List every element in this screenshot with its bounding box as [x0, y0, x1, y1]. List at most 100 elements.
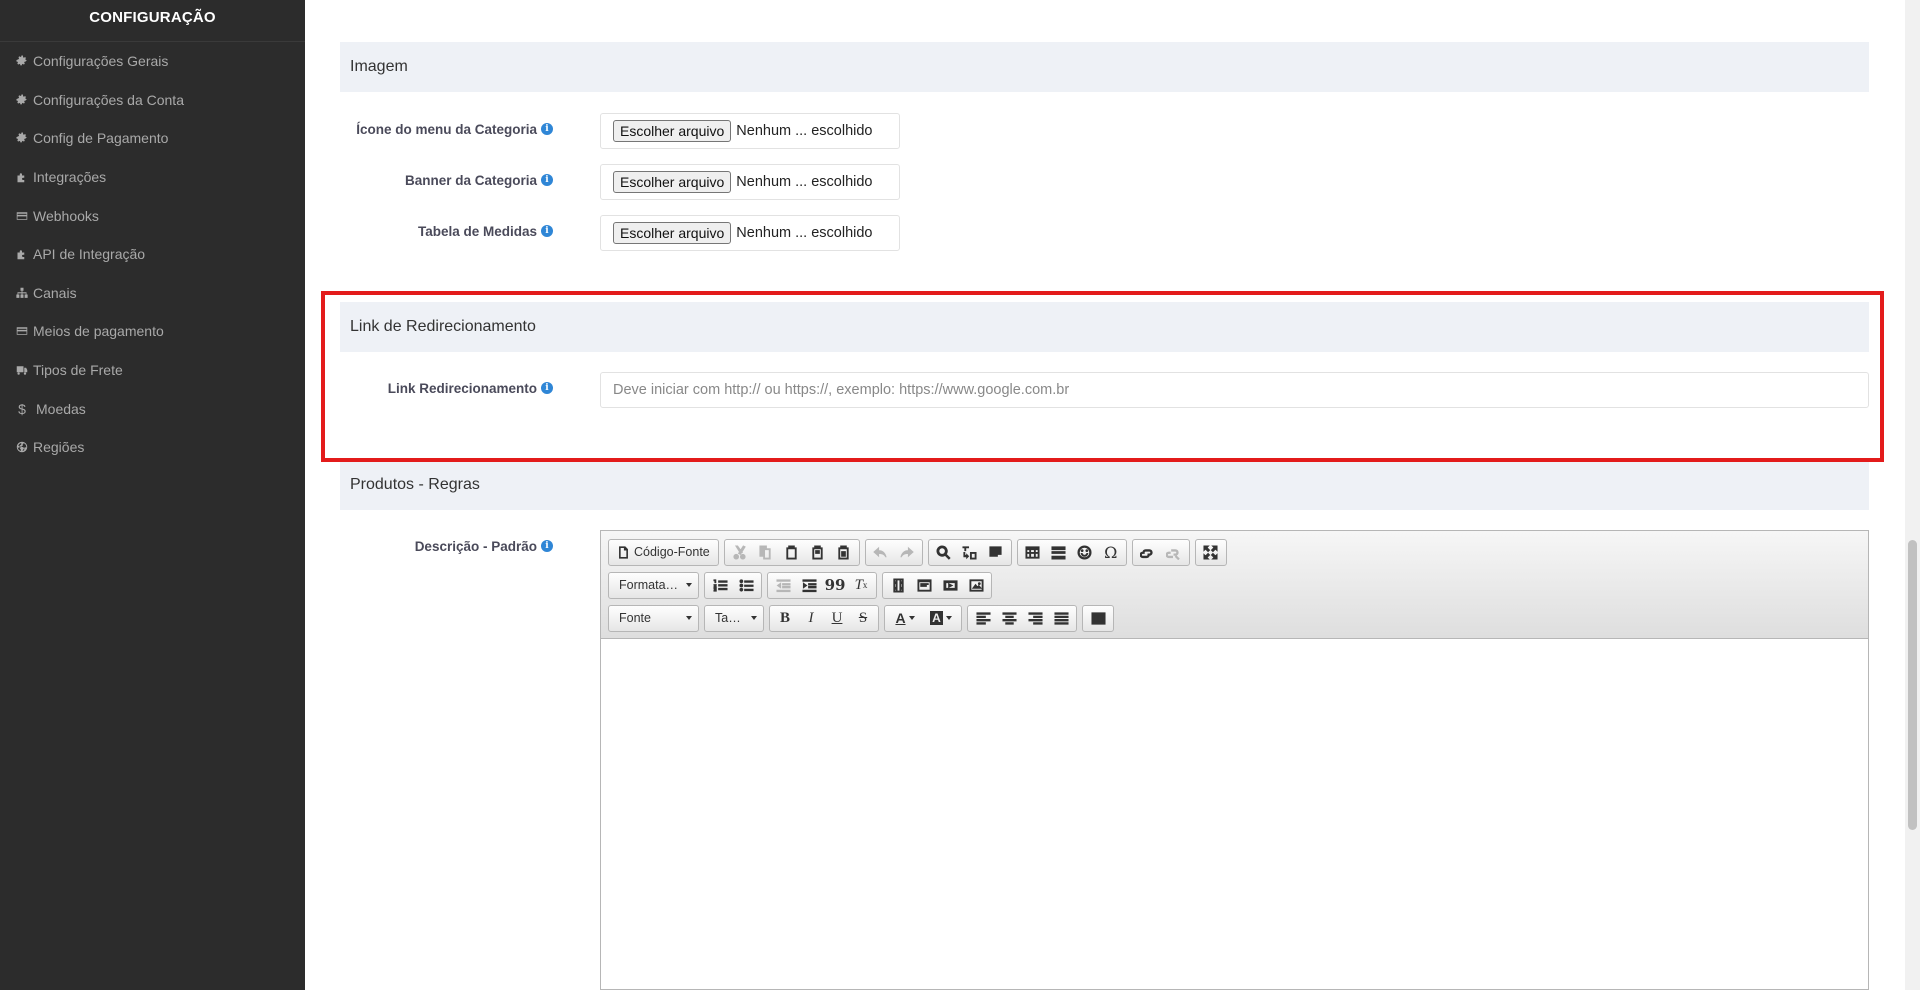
font-combo-label: Fonte [619, 611, 651, 625]
film-icon [892, 577, 904, 593]
table-button[interactable] [1020, 541, 1046, 564]
background-color-button[interactable]: A [923, 607, 959, 630]
editor-content-area[interactable] [601, 639, 1868, 989]
field-label-text: Ícone do menu da Categoria [356, 121, 537, 137]
dollar-icon: $ [18, 400, 26, 417]
text-color-button[interactable]: A [887, 607, 923, 630]
unlink-button[interactable] [1161, 541, 1187, 564]
sidebar-item-moedas[interactable]: $ Moedas [0, 389, 305, 428]
paste-word-button[interactable] [831, 541, 857, 564]
field-label-link-redirecionamento: Link Redirecionamento i [323, 380, 553, 396]
link-redirecionamento-input[interactable] [600, 372, 1869, 408]
sidebar-item-configuracoes-gerais[interactable]: Configurações Gerais [0, 42, 305, 81]
toolbar-row: Código-Fonte Ω [608, 538, 1232, 566]
image-icon [968, 578, 984, 592]
size-combo[interactable]: Ta… [704, 604, 764, 632]
horizontal-line-button[interactable] [1046, 541, 1072, 564]
editor-toolbar: Código-Fonte Ω Formata… 99 T x Fonte Ta…… [601, 531, 1868, 639]
paste-button[interactable] [779, 541, 805, 564]
show-blocks-button[interactable] [1085, 607, 1111, 630]
sidebar-item-config-de-pagamento[interactable]: Config de Pagamento [0, 119, 305, 158]
field-label-text: Tabela de Medidas [417, 223, 537, 239]
redo-button[interactable] [894, 541, 920, 564]
credit-card-icon [16, 325, 28, 337]
info-icon[interactable]: i [541, 225, 553, 237]
page-scrollbar[interactable] [1905, 0, 1920, 990]
unlink-icon [1166, 548, 1181, 560]
bulleted-list-button[interactable] [733, 574, 759, 597]
sidebar-menu: Configurações Gerais Configurações da Co… [0, 42, 305, 467]
underline-button[interactable]: U [824, 607, 850, 630]
toolbar-row: Formata… 99 Tx [608, 571, 997, 599]
sidebar-item-label: Moedas [36, 400, 86, 417]
sidebar-item-canais[interactable]: Canais [0, 274, 305, 313]
sidebar-item-regioes[interactable]: Regiões [0, 428, 305, 467]
clipboard-word-icon [838, 544, 849, 560]
toolbar-group [1131, 538, 1190, 566]
copy-button[interactable] [753, 541, 779, 564]
align-right-button[interactable] [1022, 607, 1048, 630]
emoji-button[interactable] [1072, 541, 1098, 564]
chevron-down-icon [686, 616, 692, 620]
choose-file-button[interactable]: Escolher arquivo [613, 171, 732, 193]
strikethrough-button[interactable]: S [850, 607, 876, 630]
flash-button[interactable] [885, 574, 911, 597]
scrollbar-thumb[interactable] [1908, 540, 1917, 830]
align-justify-button[interactable] [1048, 607, 1074, 630]
sidebar-item-integracoes[interactable]: Integrações [0, 158, 305, 197]
sidebar-item-label: Canais [33, 284, 77, 301]
remove-format-button[interactable]: Tx [848, 574, 874, 597]
bold-button[interactable]: B [772, 607, 798, 630]
sidebar-item-api-de-integracao[interactable]: API de Integração [0, 235, 305, 274]
iframe-button[interactable] [911, 574, 937, 597]
cut-button[interactable] [727, 541, 753, 564]
format-combo[interactable]: Formata… [608, 571, 699, 599]
rich-text-editor: Código-Fonte Ω Formata… 99 T x Fonte Ta…… [600, 530, 1869, 990]
blockquote-button[interactable]: 99 [822, 574, 848, 597]
image-button[interactable] [963, 574, 989, 597]
sidebar-item-label: Regiões [33, 439, 85, 456]
info-icon[interactable]: i [541, 382, 553, 394]
sidebar: CONFIGURAÇÃO Configurações Gerais Config… [0, 0, 305, 990]
sidebar-item-configuracoes-da-conta[interactable]: Configurações da Conta [0, 81, 305, 120]
choose-file-button[interactable]: Escolher arquivo [613, 120, 732, 142]
align-left-button[interactable] [970, 607, 996, 630]
special-char-button[interactable]: Ω [1098, 541, 1124, 564]
indent-button[interactable] [796, 574, 822, 597]
toolbar-group [864, 538, 923, 566]
paste-text-button[interactable] [805, 541, 831, 564]
info-icon[interactable]: i [541, 123, 553, 135]
align-justify-icon [1053, 611, 1069, 625]
credit-card-icon [16, 210, 28, 222]
choose-file-button[interactable]: Escolher arquivo [613, 222, 732, 244]
sidebar-item-webhooks[interactable]: Webhooks [0, 196, 305, 235]
sidebar-item-meios-de-pagamento[interactable]: Meios de pagamento [0, 312, 305, 351]
youtube-icon [942, 579, 958, 591]
find-button[interactable] [931, 541, 957, 564]
smiley-icon [1077, 544, 1092, 560]
replace-button[interactable] [957, 541, 983, 564]
size-combo-label: Ta… [715, 611, 741, 625]
info-icon[interactable]: i [541, 174, 553, 186]
link-button[interactable] [1135, 541, 1161, 564]
field-label-descricao-padrao: Descrição - Padrão i [323, 538, 553, 554]
gear-icon [16, 94, 28, 106]
undo-button[interactable] [868, 541, 894, 564]
numbered-list-button[interactable] [707, 574, 733, 597]
align-center-button[interactable] [996, 607, 1022, 630]
truck-icon [16, 364, 28, 376]
source-code-button[interactable]: Código-Fonte [611, 541, 716, 564]
maximize-button[interactable] [1198, 541, 1224, 564]
field-label-icone-menu: Ícone do menu da Categoria i [323, 121, 553, 137]
sidebar-item-tipos-de-frete[interactable]: Tipos de Frete [0, 351, 305, 390]
font-combo[interactable]: Fonte [608, 604, 699, 632]
toolbar-group: Ω [1016, 538, 1127, 566]
sidebar-item-label: API de Integração [33, 246, 146, 263]
outdent-button[interactable] [770, 574, 796, 597]
sidebar-item-label: Tipos de Frete [33, 362, 123, 379]
italic-button[interactable]: I [798, 607, 824, 630]
info-icon[interactable]: i [541, 540, 553, 552]
select-all-button[interactable] [983, 541, 1009, 564]
youtube-button[interactable] [937, 574, 963, 597]
indent-icon [801, 578, 817, 592]
